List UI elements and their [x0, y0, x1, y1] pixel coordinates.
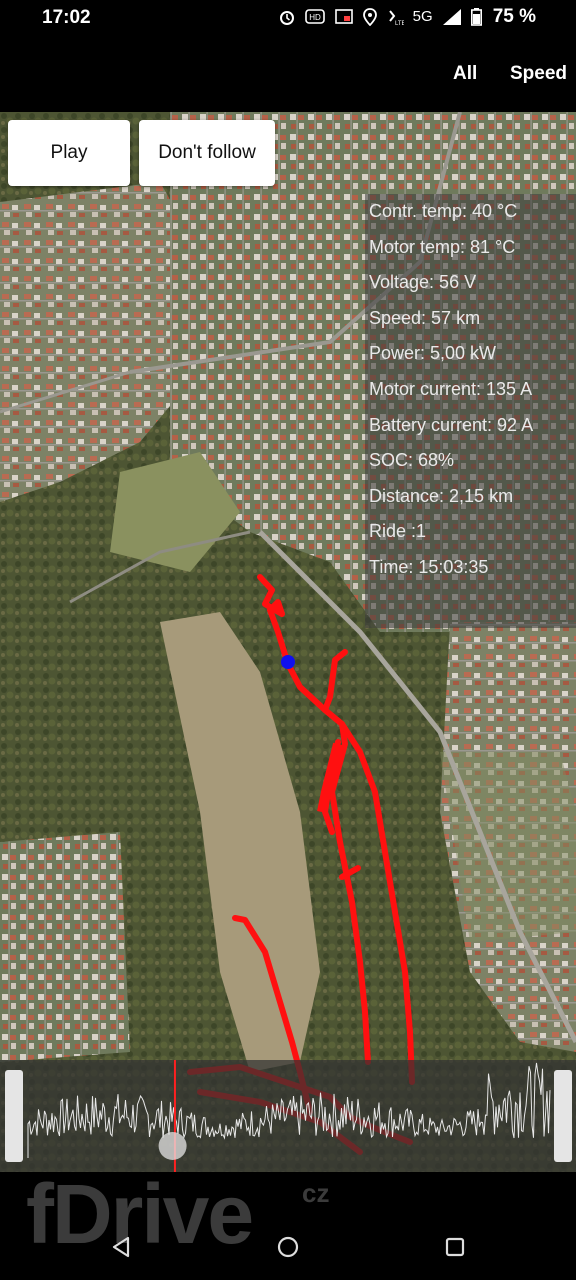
motor-current: Motor current: 135 A [369, 378, 533, 399]
svg-text:HD: HD [309, 13, 321, 22]
watermark-tld: cz [302, 1178, 330, 1208]
volte-icon: LTE [388, 10, 404, 26]
follow-toggle-button[interactable]: Don't follow [139, 120, 275, 186]
cast-icon [334, 9, 353, 24]
play-button[interactable]: Play [8, 120, 130, 186]
speed-waveform-line [27, 1062, 551, 1158]
navigation-bar: fDrive cz [0, 1172, 576, 1280]
svg-text:LTE: LTE [395, 21, 404, 26]
controller-temp: Contr. temp: 40 °C [369, 201, 518, 221]
range-end-handle[interactable] [554, 1070, 572, 1162]
telemetry-panel: Contr. temp: 40 °C Motor temp: 81 °C Vol… [365, 194, 576, 628]
power: Power: 5,00 kW [369, 343, 497, 364]
motor-temp: Motor temp: 81 °C [369, 236, 516, 257]
signal-icon [442, 9, 461, 25]
battery-current: Battery current: 92 A [369, 414, 534, 435]
position-marker [281, 655, 295, 669]
menu-all[interactable]: All [453, 63, 477, 85]
app-bar: All Speed [0, 36, 576, 112]
location-icon [362, 8, 377, 26]
battery-icon [470, 8, 482, 26]
satellite-map[interactable]: Play Don't follow Contr. temp: 40 °C Mot… [0, 112, 576, 1172]
status-time: 17:02 [42, 7, 91, 28]
back-icon[interactable] [106, 1232, 136, 1262]
speed-waveform [27, 1060, 551, 1172]
status-bar: 17:02 HD LTE 5G 75 % [0, 0, 576, 36]
ride: Ride :1 [369, 521, 427, 542]
hd-voice-icon: HD [304, 9, 325, 24]
status-icons: HD LTE 5G 75 % [278, 6, 536, 28]
watermark-logo: fDrive [26, 1167, 254, 1261]
voltage: Voltage: 56 V [369, 272, 477, 293]
ride-time: Time: 15:03:35 [369, 556, 489, 577]
alarm-icon [279, 11, 294, 25]
distance: Distance: 2,15 km [369, 485, 514, 506]
speed: Speed: 57 km [369, 307, 481, 328]
timeline-cursor-knob[interactable] [158, 1132, 187, 1160]
timeline-strip[interactable] [0, 1060, 576, 1172]
range-start-handle[interactable] [5, 1070, 23, 1162]
home-icon[interactable] [273, 1232, 303, 1262]
menu-speed[interactable]: Speed [510, 63, 567, 85]
battery-percent: 75 % [492, 6, 536, 27]
network-type: 5G [412, 8, 433, 25]
recents-icon[interactable] [440, 1232, 470, 1262]
soc: SOC: 68% [369, 450, 455, 471]
